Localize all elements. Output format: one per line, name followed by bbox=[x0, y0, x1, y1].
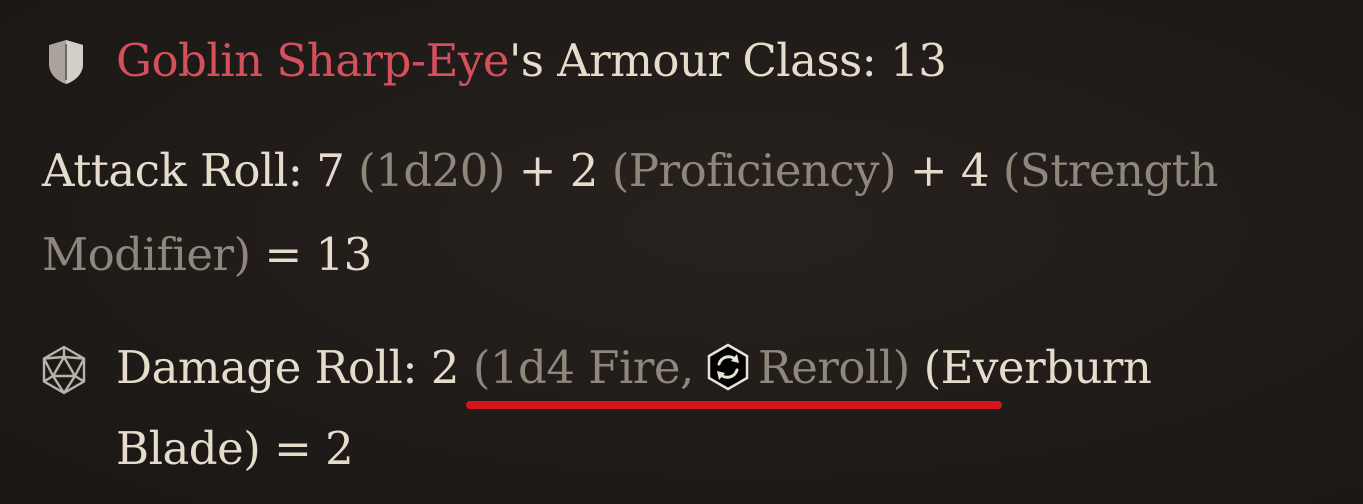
reroll-note: Reroll) bbox=[757, 341, 910, 394]
highlight-underline bbox=[466, 401, 1002, 409]
attack-roll-label: Attack Roll: 7 bbox=[42, 144, 345, 197]
damage-roll-label: Damage Roll: 2 bbox=[116, 341, 460, 394]
strength-note-start: (Strength bbox=[1002, 144, 1218, 197]
d20-icon bbox=[42, 345, 86, 395]
attack-dice-note: (1d20) bbox=[358, 144, 505, 197]
attack-roll-line-continued: Modifier) = 13 bbox=[42, 232, 372, 277]
strength-note-end: Modifier) bbox=[42, 228, 251, 281]
damage-source-end: Blade) = 2 bbox=[116, 422, 354, 475]
damage-source-start: (Everburn bbox=[923, 341, 1152, 394]
damage-roll-line-continued: Blade) = 2 bbox=[116, 426, 354, 471]
damage-roll-line: Damage Roll: 2 (1d4 Fire, Reroll) (Everb… bbox=[116, 341, 1152, 394]
enemy-name: Goblin Sharp-Eye bbox=[116, 34, 509, 87]
strength-bonus: + 4 bbox=[909, 144, 990, 197]
damage-dice-note: (1d4 Fire, bbox=[472, 341, 695, 394]
reroll-icon bbox=[707, 343, 749, 391]
attack-total: = 13 bbox=[264, 228, 372, 281]
armour-class-line: Goblin Sharp-Eye's Armour Class: 13 bbox=[116, 38, 947, 83]
proficiency-note: (Proficiency) bbox=[611, 144, 897, 197]
roll-tooltip: Goblin Sharp-Eye's Armour Class: 13 Atta… bbox=[0, 0, 1363, 504]
armour-class-label: 's Armour Class: 13 bbox=[508, 34, 947, 87]
shield-icon bbox=[49, 40, 83, 84]
proficiency-bonus: + 2 bbox=[518, 144, 599, 197]
attack-roll-line: Attack Roll: 7 (1d20) + 2 (Proficiency) … bbox=[42, 148, 1218, 193]
